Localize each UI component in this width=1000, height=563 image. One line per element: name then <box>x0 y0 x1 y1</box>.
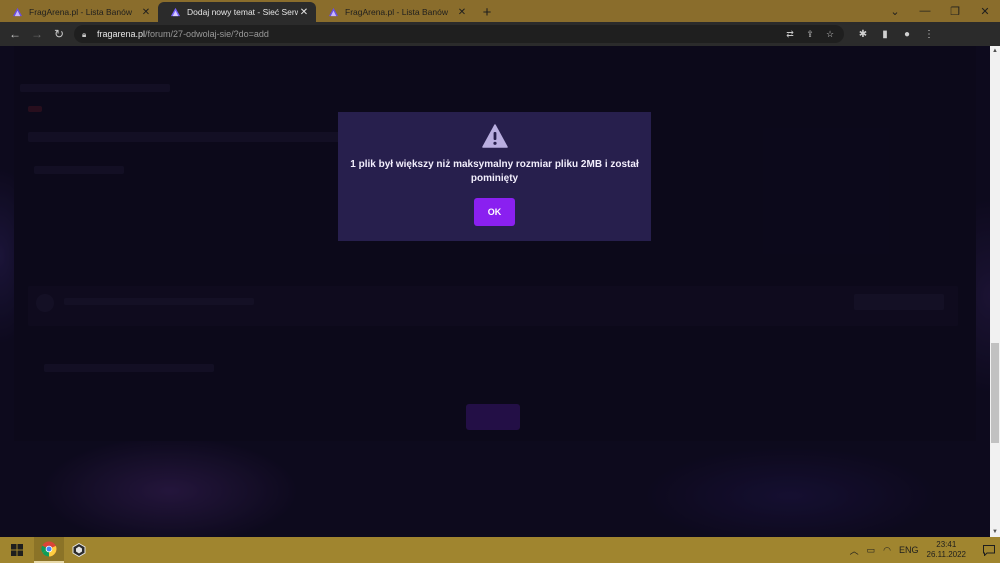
tab-title: Dodaj nowy temat - Sieć Serwerów <box>187 7 298 17</box>
page-scrollbar[interactable]: ▲ ▼ <box>990 46 1000 537</box>
address-bar[interactable]: 🔒︎ fragarena.pl /forum/27-odwolaj-sie/?d… <box>74 25 844 43</box>
battery-icon[interactable]: ▭ <box>867 545 876 556</box>
url-path: /forum/27-odwolaj-sie/?do=add <box>145 29 269 39</box>
reload-icon[interactable]: ↻ <box>48 23 70 45</box>
windows-taskbar: ︿ ▭ ◠ ENG 23:41 26.11.2022 <box>0 537 1000 563</box>
url-host: fragarena.pl <box>97 29 146 39</box>
app-taskbar-icon[interactable] <box>64 537 94 563</box>
tab-close-icon[interactable]: ✕ <box>298 7 310 18</box>
chrome-logo-icon <box>41 541 57 557</box>
clock-time: 23:41 <box>936 540 957 549</box>
system-tray: ︿ ▭ ◠ ENG 23:41 26.11.2022 <box>850 537 1000 563</box>
tab-close-icon[interactable]: ✕ <box>140 7 152 18</box>
new-tab-button[interactable]: + <box>476 2 498 22</box>
scroll-thumb[interactable] <box>991 343 999 443</box>
menu-kebab-icon[interactable]: ⋮ <box>918 29 940 40</box>
tab-fragarena-2[interactable]: FragArena.pl - Lista Banów ✕ <box>316 2 474 22</box>
chrome-taskbar-icon[interactable] <box>34 537 64 563</box>
forward-arrow-icon[interactable]: → <box>26 23 48 45</box>
scroll-down-arrow-icon[interactable]: ▼ <box>990 527 1000 537</box>
share-icon[interactable]: ⇪ <box>800 29 820 40</box>
speech-bubble-icon <box>983 544 995 556</box>
clock-date: 26.11.2022 <box>926 550 966 559</box>
tab-search-chevron-icon[interactable]: ⌄ <box>880 0 910 22</box>
browser-toolbar: ← → ↻ 🔒︎ fragarena.pl /forum/27-odwolaj-… <box>0 22 1000 46</box>
translate-icon[interactable]: ⇄ <box>780 29 800 40</box>
tab-title: FragArena.pl - Lista Banów <box>29 7 132 17</box>
language-indicator[interactable]: ENG <box>899 545 919 555</box>
tab-fragarena-1[interactable]: FragArena.pl - Lista Banów ✕ <box>0 2 158 22</box>
notifications-icon[interactable] <box>978 537 1000 563</box>
tab-dodaj-nowy-temat[interactable]: Dodaj nowy temat - Sieć Serwerów ✕ <box>158 2 316 22</box>
forum-favicon-icon <box>170 7 181 16</box>
close-window-icon[interactable]: ✕ <box>970 0 1000 22</box>
lock-icon[interactable]: 🔒︎ <box>82 30 89 39</box>
extensions-puzzle-icon[interactable]: ✱ <box>852 29 874 40</box>
window-controls: ⌄ — ❐ ✕ <box>880 0 1000 22</box>
minimize-icon[interactable]: — <box>910 0 940 22</box>
warning-triangle-icon <box>481 124 508 148</box>
tab-title: FragArena.pl - Lista Banów <box>345 7 448 17</box>
system-clock[interactable]: 23:41 26.11.2022 <box>927 540 966 560</box>
scroll-up-arrow-icon[interactable]: ▲ <box>990 46 1000 56</box>
profile-avatar-icon[interactable]: ● <box>896 29 918 40</box>
windows-logo-icon <box>11 544 23 556</box>
tab-close-icon[interactable]: ✕ <box>456 7 468 18</box>
bookmark-star-icon[interactable]: ☆ <box>820 29 840 40</box>
wifi-icon[interactable]: ◠ <box>883 545 891 556</box>
tray-chevron-up-icon[interactable]: ︿ <box>850 544 859 557</box>
alert-dialog: 1 plik był większy niż maksymalny rozmia… <box>338 112 651 241</box>
hexagon-app-icon <box>72 543 86 557</box>
back-arrow-icon[interactable]: ← <box>4 23 26 45</box>
fragarena-favicon-icon <box>328 7 339 16</box>
ok-button[interactable]: OK <box>474 198 515 226</box>
fragarena-favicon-icon <box>12 7 23 16</box>
tab-strip: FragArena.pl - Lista Banów ✕ Dodaj nowy … <box>0 0 1000 22</box>
alert-message: 1 plik był większy niż maksymalny rozmia… <box>350 159 639 184</box>
windows-start-icon[interactable] <box>0 537 34 563</box>
restore-icon[interactable]: ❐ <box>940 0 970 22</box>
side-panel-icon[interactable]: ▮ <box>874 29 896 40</box>
